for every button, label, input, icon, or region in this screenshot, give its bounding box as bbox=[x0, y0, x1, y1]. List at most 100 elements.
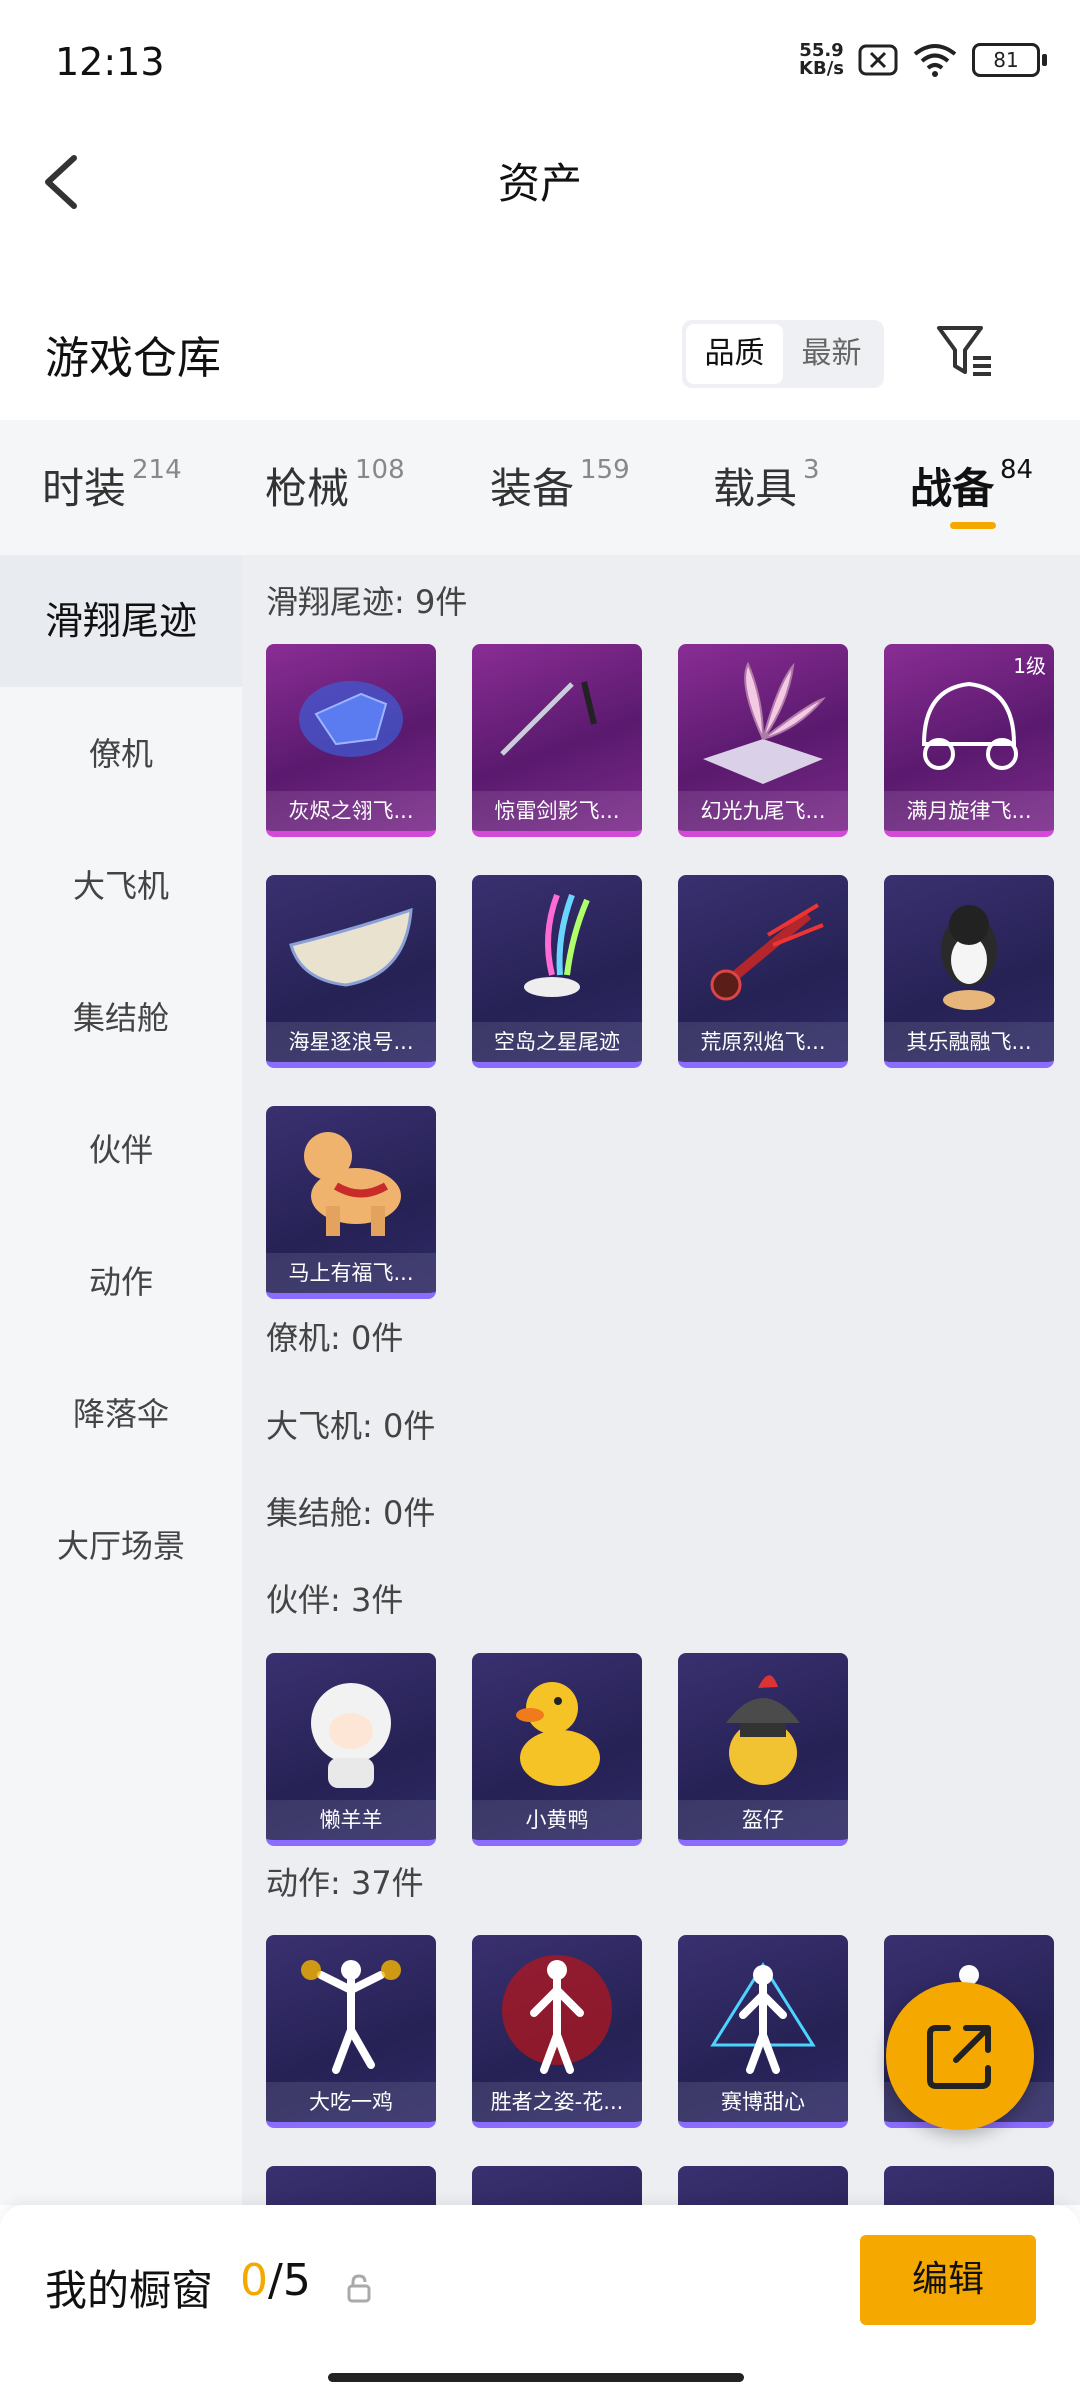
showcase-separator: / bbox=[268, 2255, 283, 2306]
item-name: 满月旋律飞... bbox=[884, 791, 1054, 831]
item-name: 胜者之姿-花... bbox=[472, 2082, 642, 2122]
sidebar-item-big-plane[interactable]: 大飞机 bbox=[0, 861, 242, 907]
item-card[interactable]: 海星逐浪号... bbox=[266, 875, 436, 1068]
tab-label: 载具 bbox=[713, 464, 798, 513]
showcase-label: 我的橱窗 bbox=[45, 2266, 214, 2315]
level-badge: 1级 bbox=[1013, 654, 1046, 678]
item-card[interactable]: 惊雷剑影飞... bbox=[472, 644, 642, 837]
item-card[interactable]: 胜者之姿-花... bbox=[472, 1935, 642, 2128]
warehouse-title: 游戏仓库 bbox=[45, 333, 221, 384]
item-card[interactable]: 1级 满月旋律飞... bbox=[884, 644, 1054, 837]
showcase-count: 0/5 bbox=[240, 2255, 311, 2306]
battery-indicator: 81 bbox=[972, 43, 1047, 77]
boat-icon bbox=[289, 907, 413, 987]
warehouse-row: 游戏仓库 品质 最新 bbox=[0, 300, 1080, 410]
edit-button[interactable]: 编辑 bbox=[860, 2235, 1036, 2325]
item-card[interactable]: 灰烬之翎飞... bbox=[266, 644, 436, 837]
sort-newest-button[interactable]: 最新 bbox=[783, 324, 880, 384]
net-speed: 55.9 KB/s bbox=[799, 42, 844, 78]
net-speed-unit: KB/s bbox=[799, 58, 844, 79]
item-name: 空岛之星尾迹 bbox=[472, 1022, 642, 1062]
sidebar-item-wingman[interactable]: 僚机 bbox=[0, 729, 242, 775]
section-header-wingman: 僚机: 0件 bbox=[266, 1319, 404, 1357]
item-card[interactable]: 其乐融融飞... bbox=[884, 875, 1054, 1068]
sidebar-item-emote[interactable]: 动作 bbox=[0, 1257, 242, 1303]
app-header: 资产 bbox=[0, 130, 1080, 230]
category-tabs: 时装 214 枪械 108 装备 159 载具 3 战备 84 bbox=[0, 420, 1080, 555]
tab-label: 装备 bbox=[490, 464, 575, 513]
duck-icon bbox=[516, 1682, 600, 1786]
item-name: 荒原烈焰飞... bbox=[678, 1022, 848, 1062]
showcase-max: 5 bbox=[282, 2255, 311, 2306]
item-card[interactable]: 小黄鸭 bbox=[472, 1653, 642, 1846]
sidebar-item-glide-trail[interactable]: 滑翔尾迹 bbox=[0, 555, 242, 687]
item-card[interactable]: 大吃一鸡 bbox=[266, 1935, 436, 2128]
status-icons: 55.9 KB/s 81 bbox=[799, 42, 1047, 78]
tab-label: 战备 bbox=[910, 464, 995, 513]
dancer-icon bbox=[301, 1960, 401, 2074]
flower-icon bbox=[703, 661, 827, 784]
sidebar-item-assembly-pod[interactable]: 集结舱 bbox=[0, 993, 242, 1039]
sheep-icon bbox=[311, 1683, 391, 1788]
victor-pose-icon bbox=[502, 1955, 612, 2074]
item-card[interactable] bbox=[472, 2166, 642, 2205]
item-card[interactable] bbox=[678, 2166, 848, 2205]
share-button[interactable] bbox=[886, 1982, 1034, 2130]
tab-count: 159 bbox=[580, 455, 630, 485]
tab-equipment[interactable]: 装备 159 bbox=[490, 455, 630, 516]
sword-icon bbox=[500, 681, 597, 756]
wifi-icon bbox=[913, 44, 957, 77]
cyber-pose-icon bbox=[710, 1962, 816, 2074]
item-name: 惊雷剑影飞... bbox=[472, 791, 642, 831]
item-card[interactable]: 懒羊羊 bbox=[266, 1653, 436, 1846]
tab-label: 枪械 bbox=[265, 464, 350, 513]
item-card[interactable]: 赛博甜心 bbox=[678, 1935, 848, 2128]
lock-icon bbox=[347, 2274, 371, 2303]
horse-icon bbox=[304, 1132, 401, 1236]
item-card[interactable]: 荒原烈焰飞... bbox=[678, 875, 848, 1068]
item-card[interactable] bbox=[884, 2166, 1054, 2205]
penguin-icon bbox=[941, 905, 997, 1010]
item-card[interactable]: 空岛之星尾迹 bbox=[472, 875, 642, 1068]
tab-fashion[interactable]: 时装 214 bbox=[42, 455, 182, 516]
sidebar-item-lobby-scene[interactable]: 大厅场景 bbox=[0, 1521, 242, 1567]
item-name: 幻光九尾飞... bbox=[678, 791, 848, 831]
sidebar-item-parachute[interactable]: 降落伞 bbox=[0, 1389, 242, 1435]
item-card[interactable]: 盔仔 bbox=[678, 1653, 848, 1846]
helmet-chick-icon bbox=[726, 1675, 800, 1785]
item-name: 大吃一鸡 bbox=[266, 2082, 436, 2122]
showcase-current: 0 bbox=[240, 2255, 268, 2306]
section-header-partner: 伙伴: 3件 bbox=[266, 1581, 404, 1619]
item-list: 滑翔尾迹: 9件 灰烬之翎飞... 惊雷剑影飞... 幻光九尾飞... 1级 满… bbox=[242, 555, 1080, 2205]
tab-count: 108 bbox=[355, 455, 405, 485]
filter-icon[interactable] bbox=[935, 322, 995, 382]
tab-firearms[interactable]: 枪械 108 bbox=[265, 455, 405, 516]
rainbow-trail-icon bbox=[524, 893, 590, 997]
status-bar: 12:13 55.9 KB/s 81 bbox=[0, 0, 1080, 130]
share-icon bbox=[927, 2025, 991, 2089]
status-time: 12:13 bbox=[55, 40, 165, 84]
tab-count: 84 bbox=[1000, 455, 1034, 485]
sim-disabled-icon bbox=[858, 44, 898, 76]
item-name: 马上有福飞... bbox=[266, 1253, 436, 1293]
item-card[interactable]: 马上有福飞... bbox=[266, 1106, 436, 1299]
item-name: 盔仔 bbox=[678, 1800, 848, 1840]
tab-count: 214 bbox=[132, 455, 182, 485]
tab-label: 时装 bbox=[42, 464, 127, 513]
home-indicator[interactable] bbox=[328, 2373, 744, 2382]
item-name: 小黄鸭 bbox=[472, 1800, 642, 1840]
glove-icon bbox=[299, 681, 403, 757]
item-card[interactable]: 幻光九尾飞... bbox=[678, 644, 848, 837]
sidebar-item-partner[interactable]: 伙伴 bbox=[0, 1125, 242, 1171]
flame-bike-icon bbox=[710, 903, 824, 1001]
item-card[interactable] bbox=[266, 2166, 436, 2205]
sort-quality-button[interactable]: 品质 bbox=[686, 324, 783, 384]
item-name: 海星逐浪号... bbox=[266, 1022, 436, 1062]
item-name: 赛博甜心 bbox=[678, 2082, 848, 2122]
showcase-bar: 我的橱窗 0/5 编辑 bbox=[0, 2205, 1080, 2400]
section-header-emote: 动作: 37件 bbox=[266, 1864, 424, 1902]
tab-battle-prep[interactable]: 战备 84 bbox=[910, 455, 1033, 516]
sidebar-nav: 滑翔尾迹 僚机 大飞机 集结舱 伙伴 动作 降落伞 大厅场景 bbox=[0, 555, 242, 2205]
tab-vehicles[interactable]: 载具 3 bbox=[713, 455, 820, 516]
page-title: 资产 bbox=[497, 159, 582, 208]
